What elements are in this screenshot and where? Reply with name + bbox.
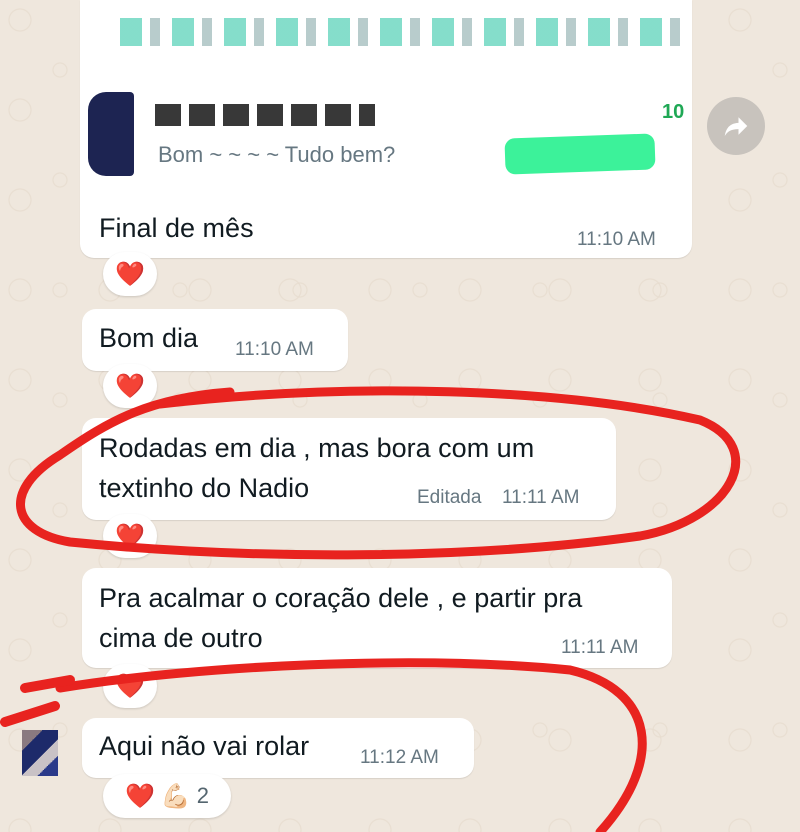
blurred-header <box>120 18 680 46</box>
header-time-fragment: 10 <box>662 101 685 123</box>
heart-icon: ❤️ <box>115 260 145 288</box>
heart-icon: ❤️ <box>124 782 155 810</box>
message-time: 11:10 AM <box>235 339 314 360</box>
reaction-badge[interactable]: ❤️ 💪🏻 2 <box>103 774 231 818</box>
reaction-badge[interactable]: ❤️ <box>103 514 157 558</box>
blurred-sender-name <box>155 104 375 126</box>
message-time: 11:11 AM <box>502 487 580 508</box>
message-text: Final de mês <box>99 213 254 243</box>
reaction-badge[interactable]: ❤️ <box>103 664 157 708</box>
message-time: 11:10 AM <box>577 229 656 250</box>
message-time: 11:12 AM <box>360 747 439 768</box>
quote-text: Bom ~ ~ ~ ~ Tudo bem? <box>158 142 396 167</box>
reaction-badge[interactable]: ❤️ <box>103 364 157 408</box>
quoted-avatar <box>88 92 134 176</box>
message-time: 11:11 AM <box>561 637 639 658</box>
reaction-count: 2 <box>196 783 210 808</box>
forward-button[interactable] <box>707 97 765 155</box>
message-text: Pra acalmar o coração dele , e partir pr… <box>99 583 583 653</box>
flexed-biceps-icon: 💪🏻 <box>160 782 191 810</box>
heart-icon: ❤️ <box>115 672 145 700</box>
reaction-badge[interactable]: ❤️ <box>103 252 157 296</box>
heart-icon: ❤️ <box>115 372 145 400</box>
edited-label: Editada <box>417 487 482 508</box>
message-text: Aqui não vai rolar <box>99 731 310 761</box>
avatar[interactable] <box>22 730 58 776</box>
green-highlight <box>504 133 656 175</box>
message-text: Bom dia <box>99 323 199 353</box>
heart-icon: ❤️ <box>115 522 145 550</box>
forward-icon <box>724 117 748 136</box>
